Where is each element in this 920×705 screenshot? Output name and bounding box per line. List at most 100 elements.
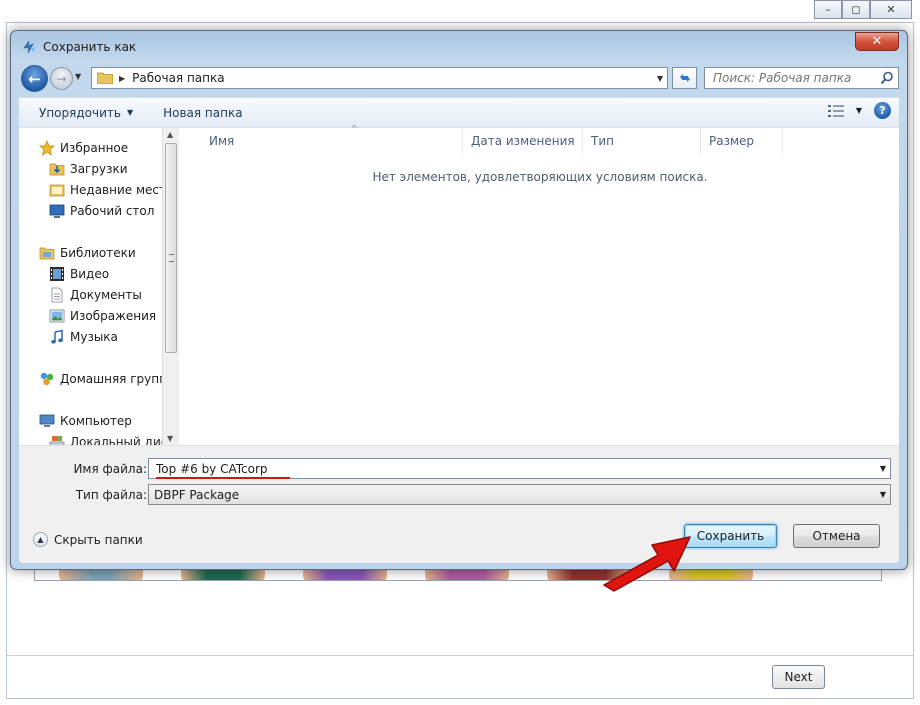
folder-icon	[97, 72, 113, 84]
tree-item-label: Музыка	[70, 330, 118, 344]
scroll-down-icon[interactable]: ▼	[167, 434, 173, 443]
downloads-folder-icon	[49, 163, 65, 176]
filename-input[interactable]	[154, 460, 854, 477]
file-list[interactable]: Имя ^ Дата изменения Тип Размер Нет элем…	[181, 124, 899, 445]
navigation-tree[interactable]: Избранное Загрузки Недавние места Рабочи…	[19, 128, 162, 445]
video-icon	[50, 267, 64, 281]
chevron-up-icon: ▲	[33, 532, 48, 547]
filename-combobox[interactable]: ▼	[148, 458, 891, 479]
column-header-size[interactable]: Размер	[701, 128, 783, 154]
sort-ascending-icon: ^	[351, 124, 358, 133]
tree-item-label: Недавние места	[70, 183, 162, 197]
tree-item-label: Документы	[70, 288, 142, 302]
history-dropdown-icon[interactable]: ▼	[75, 72, 81, 81]
homegroup-icon	[40, 372, 54, 386]
save-as-dialog: Сохранить как ✕ ← → ▼ ▶ Рабочая папка ▼	[10, 30, 908, 570]
forward-button[interactable]: →	[50, 67, 73, 90]
app-icon	[23, 40, 35, 54]
tree-item-label: Видео	[70, 267, 110, 281]
new-folder-button[interactable]: Новая папка	[163, 106, 242, 120]
filename-dropdown-icon[interactable]: ▼	[880, 464, 886, 473]
dialog-close-button[interactable]: ✕	[855, 32, 899, 51]
tree-item-local-disk[interactable]: Локальный диск	[49, 433, 162, 445]
column-header-label: Тип	[591, 134, 614, 148]
organize-label: Упорядочить	[39, 105, 121, 120]
chevron-down-icon: ▼	[126, 108, 134, 117]
column-header-type[interactable]: Тип	[583, 128, 701, 154]
dialog-titlebar: Сохранить как	[21, 37, 136, 57]
maximize-button[interactable]: ◻	[842, 0, 870, 19]
hide-folders-toggle[interactable]: ▲ Скрыть папки	[33, 532, 143, 547]
cancel-button[interactable]: Отмена	[793, 524, 880, 548]
organize-button[interactable]: Упорядочить ▼	[39, 106, 133, 120]
toolbar-right: ▼ ?	[827, 102, 891, 119]
tree-item-favorites[interactable]: Избранное	[39, 139, 128, 157]
window-controls: – ◻ ✕	[814, 0, 912, 19]
filename-label: Имя файла:	[73, 462, 147, 476]
column-header-date[interactable]: Дата изменения	[463, 128, 583, 154]
filetype-value: DBPF Package	[154, 487, 240, 502]
tree-item-video[interactable]: Видео	[49, 265, 109, 283]
refresh-button[interactable]	[672, 67, 697, 89]
tree-item-libraries[interactable]: Библиотеки	[39, 244, 136, 262]
tree-item-downloads[interactable]: Загрузки	[49, 160, 128, 178]
search-input[interactable]	[711, 70, 881, 86]
view-dropdown-icon[interactable]: ▼	[856, 106, 862, 115]
column-header-label: Размер	[709, 134, 755, 148]
tree-item-label: Изображения	[70, 309, 157, 323]
filetype-select[interactable]: DBPF Package ▼	[148, 484, 891, 505]
address-dropdown-icon[interactable]: ▼	[657, 74, 663, 83]
footer-divider	[6, 655, 914, 656]
column-header-name[interactable]: Имя ^	[201, 124, 463, 154]
help-icon[interactable]: ?	[874, 102, 891, 119]
back-button[interactable]: ←	[21, 65, 48, 92]
red-highlight-underline	[156, 477, 290, 479]
desktop-icon	[49, 204, 65, 218]
libraries-icon	[39, 247, 55, 260]
tree-item-recent-places[interactable]: Недавние места	[49, 181, 162, 199]
refresh-icon	[679, 74, 690, 82]
new-folder-label: Новая папка	[163, 105, 243, 120]
recent-places-icon	[49, 184, 65, 197]
tree-scrollbar[interactable]: ▲ ▼	[162, 128, 179, 445]
search-box[interactable]	[704, 67, 899, 89]
browser-panes: Избранное Загрузки Недавние места Рабочи…	[19, 124, 899, 445]
navigation-bar: ← → ▼ ▶ Рабочая папка ▼	[19, 63, 899, 93]
dialog-title: Сохранить как	[43, 40, 137, 54]
computer-icon	[39, 414, 55, 427]
tree-item-label: Избранное	[60, 141, 129, 155]
breadcrumb-chevron-icon[interactable]: ▶	[119, 74, 125, 83]
search-icon[interactable]	[880, 71, 894, 85]
documents-icon	[51, 287, 63, 303]
tree-item-documents[interactable]: Документы	[49, 286, 142, 304]
local-disk-icon	[49, 436, 65, 445]
scrollbar-thumb[interactable]	[165, 143, 177, 353]
tree-item-label: Рабочий стол	[70, 204, 155, 218]
filetype-label: Тип файла:	[75, 488, 147, 502]
pictures-icon	[49, 309, 65, 323]
minimize-button[interactable]: –	[814, 0, 842, 19]
column-header-label: Дата изменения	[471, 134, 575, 148]
tree-item-label: Загрузки	[70, 162, 128, 176]
address-bar[interactable]: ▶ Рабочая папка ▼	[91, 67, 668, 89]
tree-item-label: Локальный диск	[70, 435, 162, 445]
tree-item-computer[interactable]: Компьютер	[39, 412, 132, 430]
close-button[interactable]: ✕	[870, 0, 912, 19]
tree-item-homegroup[interactable]: Домашняя группа	[39, 370, 162, 388]
view-options-icon[interactable]	[827, 104, 844, 117]
tree-item-desktop[interactable]: Рабочий стол	[49, 202, 154, 220]
tree-item-label: Библиотеки	[60, 246, 136, 260]
tree-item-label: Домашняя группа	[60, 372, 162, 386]
filetype-dropdown-icon[interactable]: ▼	[880, 490, 886, 499]
hide-folders-label: Скрыть папки	[54, 532, 143, 547]
tree-item-pictures[interactable]: Изображения	[49, 307, 156, 325]
tree-item-music[interactable]: Музыка	[49, 328, 118, 346]
next-button[interactable]: Next	[772, 665, 825, 689]
command-bar: Упорядочить ▼ Новая папка ▼ ?	[19, 97, 899, 127]
breadcrumb-current[interactable]: Рабочая папка	[132, 71, 224, 85]
save-button[interactable]: Сохранить	[684, 524, 777, 548]
scroll-up-icon[interactable]: ▲	[167, 130, 173, 139]
column-header-label: Имя	[209, 134, 235, 148]
star-icon	[39, 140, 55, 156]
empty-list-message: Нет элементов, удовлетворяющих условиям …	[372, 170, 708, 184]
